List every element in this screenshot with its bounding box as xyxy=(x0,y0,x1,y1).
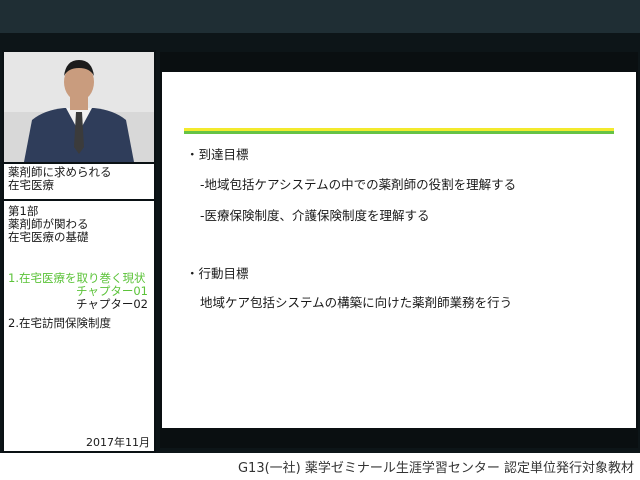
top-bar xyxy=(0,0,640,33)
slide-header-rule-green xyxy=(184,131,614,134)
nav-chapter-02[interactable]: チャプター02 xyxy=(8,298,154,311)
footer: G13(一社) 薬学ゼミナール生涯学習センター 認定単位発行対象教材 xyxy=(0,453,640,480)
chapter-navigation: 第1部 薬剤師が関わる 在宅医療の基礎 1.在宅医療を取り巻く現状 チャプター0… xyxy=(2,199,156,453)
part-title-line2: 在宅医療の基礎 xyxy=(8,230,89,244)
nav-section-2[interactable]: 2.在宅訪問保険制度 xyxy=(8,317,154,330)
bullet-dot-icon: ・ xyxy=(186,147,199,162)
lecture-slide: ・到達目標 -地域包括ケアシステムの中での薬剤師の役割を理解する -医療保険制度… xyxy=(162,72,636,428)
action-item-1: 地域ケア包括システムの構築に向けた薬剤師業務を行う xyxy=(200,295,513,310)
goal-title: 到達目標 xyxy=(198,147,249,162)
presenter-image xyxy=(4,52,154,162)
course-title-line2: 在宅医療 xyxy=(8,178,54,192)
course-title: 薬剤師に求められる 在宅医療 xyxy=(2,162,156,202)
bullet-goal: ・到達目標 xyxy=(186,144,249,163)
goal-item-1: -地域包括ケアシステムの中での薬剤師の役割を理解する xyxy=(200,177,517,192)
bullet-action: ・行動目標 xyxy=(186,263,249,282)
presenter-video[interactable] xyxy=(2,50,156,164)
date-label: 2017年11月 xyxy=(86,436,150,449)
footer-text: G13(一社) 薬学ゼミナール生涯学習センター 認定単位発行対象教材 xyxy=(237,461,634,476)
goal-item-2: -医療保険制度、介護保険制度を理解する xyxy=(200,208,430,223)
bullet-dot-icon: ・ xyxy=(186,266,199,281)
action-title: 行動目標 xyxy=(198,266,249,281)
